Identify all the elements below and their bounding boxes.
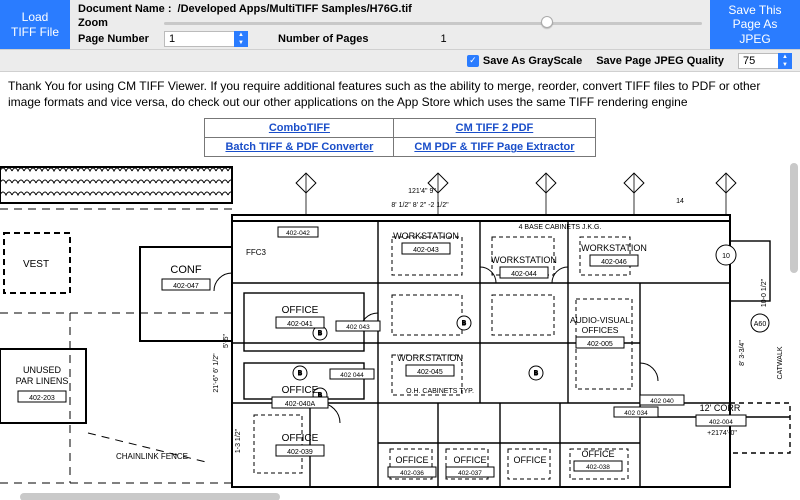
svg-text:WORKSTATION: WORKSTATION <box>397 353 463 363</box>
svg-text:CATWALK: CATWALK <box>777 347 784 380</box>
link-cm-tiff-2-pdf[interactable]: CM TIFF 2 PDF <box>456 122 534 134</box>
svg-text:OFFICE: OFFICE <box>514 455 547 465</box>
svg-text:4 BASE CABINETS J.K.G.: 4 BASE CABINETS J.K.G. <box>519 224 602 231</box>
svg-text:402-005: 402-005 <box>587 341 613 348</box>
vertical-scrollbar[interactable] <box>790 163 798 491</box>
num-pages-value: 1 <box>440 33 446 45</box>
link-page-extractor[interactable]: CM PDF & TIFF Page Extractor <box>414 141 574 153</box>
svg-text:1-3 1/2": 1-3 1/2" <box>235 429 242 454</box>
load-tiff-button[interactable]: Load TIFF File <box>0 0 70 49</box>
chevron-down-icon: ▼ <box>234 39 248 47</box>
svg-text:402-043: 402-043 <box>413 247 439 254</box>
promo-links-table: ComboTIFF CM TIFF 2 PDF Batch TIFF & PDF… <box>204 118 595 157</box>
svg-text:OFFICE: OFFICE <box>454 455 487 465</box>
svg-text:402-042: 402-042 <box>286 230 310 237</box>
grayscale-checkbox[interactable]: ✓ Save As GrayScale <box>467 55 582 67</box>
svg-text:121'4" 9": 121'4" 9" <box>408 188 436 195</box>
page-number-input[interactable] <box>164 31 234 47</box>
svg-text:AUDIO-VISUAL: AUDIO-VISUAL <box>570 315 630 325</box>
svg-text:402-039: 402-039 <box>287 449 313 456</box>
svg-text:10: 10 <box>722 253 730 260</box>
svg-text:B: B <box>534 371 538 377</box>
svg-text:10-0 1/2": 10-0 1/2" <box>761 279 768 308</box>
zoom-label: Zoom <box>78 17 158 29</box>
svg-text:402 034: 402 034 <box>624 410 648 417</box>
svg-text:A60: A60 <box>754 321 767 328</box>
quality-label: Save Page JPEG Quality <box>596 55 724 67</box>
svg-text:402-046: 402-046 <box>601 259 627 266</box>
quality-select[interactable] <box>738 53 778 69</box>
svg-text:402 040: 402 040 <box>650 398 674 405</box>
options-bar: ✓ Save As GrayScale Save Page JPEG Quali… <box>0 50 800 72</box>
floor-plan-viewer[interactable]: B B B B B 402-042 402 044 402 034 402 04… <box>0 163 800 500</box>
svg-text:8' 1/2" 8' 2" -2 1/2": 8' 1/2" 8' 2" -2 1/2" <box>391 202 449 209</box>
svg-text:402-041: 402-041 <box>287 321 313 328</box>
svg-text:14: 14 <box>676 198 684 205</box>
svg-text:402-004: 402-004 <box>709 419 733 426</box>
svg-text:WORKSTATION: WORKSTATION <box>393 231 459 241</box>
floor-plan-image: B B B B B 402-042 402 044 402 034 402 04… <box>0 163 800 500</box>
svg-text:CHAINLINK FENCE: CHAINLINK FENCE <box>116 452 188 461</box>
svg-text:402-040A: 402-040A <box>285 401 316 408</box>
svg-text:+2174'-0": +2174'-0" <box>707 430 737 437</box>
svg-text:8' 3-3/4": 8' 3-3/4" <box>739 340 746 366</box>
svg-text:OFFICES: OFFICES <box>582 325 619 335</box>
svg-text:CONF: CONF <box>170 264 201 276</box>
horizontal-scrollbar[interactable] <box>20 493 790 500</box>
svg-text:PAR LINENS: PAR LINENS <box>16 376 69 386</box>
svg-text:402-037: 402-037 <box>458 470 482 477</box>
svg-text:VEST: VEST <box>23 259 49 270</box>
svg-text:FFC3: FFC3 <box>246 248 267 257</box>
page-number-label: Page Number <box>78 33 158 45</box>
svg-text:402-203: 402-203 <box>29 395 55 402</box>
svg-text:WORKSTATION: WORKSTATION <box>581 243 647 253</box>
svg-text:B: B <box>298 371 302 377</box>
toolbar: Load TIFF File Document Name : /Develope… <box>0 0 800 50</box>
svg-text:OFFICE: OFFICE <box>282 433 319 444</box>
svg-text:12' CORR: 12' CORR <box>700 403 741 413</box>
svg-text:OFFICE: OFFICE <box>282 305 319 316</box>
link-batch-converter[interactable]: Batch TIFF & PDF Converter <box>225 141 373 153</box>
chevron-down-icon: ▼ <box>778 61 792 69</box>
check-icon: ✓ <box>467 55 479 67</box>
svg-text:402-047: 402-047 <box>173 283 199 290</box>
svg-text:O.H. CABINETS TYP.: O.H. CABINETS TYP. <box>406 388 474 395</box>
svg-text:OFFICE: OFFICE <box>282 385 319 396</box>
svg-text:402 043: 402 043 <box>346 324 370 331</box>
quality-stepper[interactable]: ▲▼ <box>778 53 792 69</box>
toolbar-center: Document Name : /Developed Apps/MultiTIF… <box>70 0 710 49</box>
svg-text:B: B <box>462 321 466 327</box>
svg-text:21'-6" 6' 1/2": 21'-6" 6' 1/2" <box>213 353 220 393</box>
chevron-up-icon: ▲ <box>778 53 792 61</box>
svg-text:WORKSTATION: WORKSTATION <box>491 255 557 265</box>
document-name-value: /Developed Apps/MultiTIFF Samples/H76G.t… <box>178 3 412 15</box>
page-number-stepper[interactable]: ▲▼ <box>234 31 248 47</box>
svg-text:402-044: 402-044 <box>511 271 537 278</box>
svg-text:402 044: 402 044 <box>340 372 364 379</box>
zoom-slider[interactable] <box>164 16 702 30</box>
document-name-label: Document Name : <box>78 3 172 15</box>
svg-text:402-045: 402-045 <box>417 369 443 376</box>
svg-text:B: B <box>318 331 322 337</box>
svg-text:OFFICE: OFFICE <box>582 449 615 459</box>
svg-text:OFFICE: OFFICE <box>396 455 429 465</box>
promo-text: Thank You for using CM TIFF Viewer. If y… <box>0 72 800 114</box>
svg-text:402-038: 402-038 <box>586 464 610 471</box>
save-page-as-jpeg-button[interactable]: Save This Page As JPEG <box>710 0 800 49</box>
svg-text:402-036: 402-036 <box>400 470 424 477</box>
link-combotiff[interactable]: ComboTIFF <box>269 122 330 134</box>
chevron-up-icon: ▲ <box>234 31 248 39</box>
grayscale-label: Save As GrayScale <box>483 55 582 67</box>
num-pages-label: Number of Pages <box>278 33 368 45</box>
svg-text:UNUSED: UNUSED <box>23 365 62 375</box>
svg-text:5'-5": 5'-5" <box>223 334 230 348</box>
